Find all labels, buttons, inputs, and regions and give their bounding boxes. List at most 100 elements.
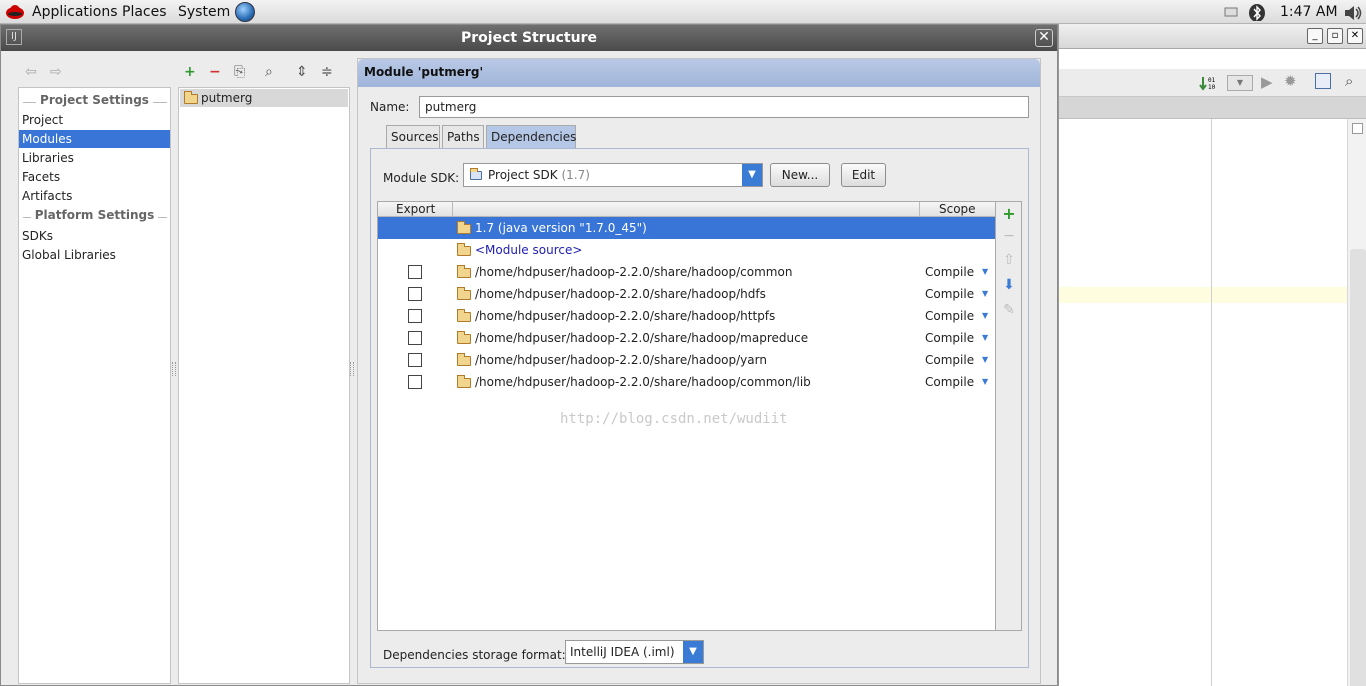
table-row[interactable]: /home/hdpuser/hadoop-2.2.0/share/hadoop/… [378, 261, 995, 283]
move-down-icon[interactable]: ⬇ [1001, 277, 1017, 293]
storage-format-select[interactable]: IntelliJ IDEA (.iml) ▼ [565, 640, 704, 664]
export-checkbox[interactable] [408, 353, 422, 367]
chevron-down-icon[interactable]: ▼ [982, 305, 988, 327]
applications-menu[interactable]: Applications [32, 4, 118, 20]
sidebar-item-sdks[interactable]: SDKs [19, 227, 170, 245]
export-column-header[interactable]: Export [396, 202, 435, 216]
maximize-icon[interactable]: ▫ [1327, 28, 1343, 44]
window-close-icon[interactable]: ✕ [1347, 28, 1363, 44]
forward-arrow-icon[interactable]: ⇨ [50, 64, 62, 80]
new-sdk-button[interactable]: New... [770, 163, 830, 187]
project-structure-icon[interactable] [1315, 73, 1331, 89]
sidebar-item-project[interactable]: Project [19, 111, 170, 129]
tab-paths[interactable]: Paths [442, 125, 484, 149]
module-list: putmerg [178, 87, 350, 684]
chevron-down-icon[interactable]: ▼ [683, 641, 703, 663]
module-name-field[interactable]: putmerg [419, 96, 1029, 118]
add-dependency-icon[interactable]: + [1001, 204, 1017, 223]
background-highlight-line [1059, 287, 1347, 303]
dependency-path: /home/hdpuser/hadoop-2.2.0/share/hadoop/… [475, 353, 767, 367]
scope-select[interactable]: Compile [925, 327, 974, 349]
chevron-down-icon[interactable]: ▼ [982, 371, 988, 393]
tab-sources[interactable]: Sources [386, 125, 440, 149]
chevron-down-icon[interactable]: ▼ [982, 327, 988, 349]
table-row[interactable]: 1.7 (java version "1.7.0_45") [378, 217, 995, 239]
top-panel: Applications Places System 1:47 AM [0, 0, 1366, 24]
remove-icon[interactable]: − [209, 64, 221, 80]
export-checkbox[interactable] [408, 331, 422, 345]
table-row[interactable]: /home/hdpuser/hadoop-2.2.0/share/hadoop/… [378, 283, 995, 305]
search-icon[interactable]: ⌕ [1345, 72, 1353, 90]
dependency-toolbar: + − ⇧ ⬇ ✎ [996, 201, 1022, 631]
sort-icon[interactable]: 0110 [1199, 74, 1217, 92]
table-row[interactable]: /home/hdpuser/hadoop-2.2.0/share/hadoop/… [378, 371, 995, 393]
bluetooth-icon[interactable] [1247, 3, 1267, 21]
list-item[interactable]: putmerg [180, 89, 348, 107]
sidebar-item-libraries[interactable]: Libraries [19, 149, 170, 167]
folder-icon [457, 287, 471, 300]
search-icon[interactable]: ⌕ [265, 64, 273, 80]
export-checkbox[interactable] [408, 309, 422, 323]
dialog-close-button[interactable]: ✕ [1035, 29, 1053, 47]
inspection-indicator[interactable] [1352, 123, 1363, 134]
table-row[interactable]: /home/hdpuser/hadoop-2.2.0/share/hadoop/… [378, 349, 995, 371]
svg-text:01: 01 [1208, 77, 1216, 84]
storage-format-value: IntelliJ IDEA (.iml) [570, 645, 675, 659]
sidebar-item-facets[interactable]: Facets [19, 168, 170, 186]
move-up-icon[interactable]: ⇧ [1001, 252, 1017, 268]
scope-select[interactable]: Compile [925, 283, 974, 305]
dependency-path: /home/hdpuser/hadoop-2.2.0/share/hadoop/… [475, 287, 766, 301]
run-config-dropdown[interactable]: ▼ [1227, 75, 1253, 91]
sidebar-item-modules[interactable]: Modules [19, 130, 170, 148]
dependency-path: /home/hdpuser/hadoop-2.2.0/share/hadoop/… [475, 375, 811, 389]
background-title-bar: _ ▫ ✕ [1059, 24, 1366, 49]
export-checkbox[interactable] [408, 375, 422, 389]
dialog-title-bar[interactable]: IJ Project Structure ✕ [1, 25, 1057, 51]
remove-dependency-icon[interactable]: − [1001, 228, 1017, 244]
module-sdk-select[interactable]: Project SDK (1.7) ▼ [463, 163, 763, 187]
add-icon[interactable]: + [184, 64, 196, 80]
chevron-down-icon[interactable]: ▼ [982, 349, 988, 371]
chevron-down-icon[interactable]: ▼ [982, 283, 988, 305]
background-toolbar: 01 10 ▼ ▶ ✹ ⌕ [1059, 69, 1366, 97]
edit-sdk-button[interactable]: Edit [841, 163, 886, 187]
clock[interactable]: 1:47 AM [1280, 4, 1338, 20]
back-arrow-icon[interactable]: ⇦ [25, 64, 37, 80]
redhat-logo-icon[interactable] [5, 3, 25, 20]
system-menu[interactable]: System [178, 4, 230, 20]
minimize-icon[interactable]: _ [1307, 28, 1323, 44]
sidebar-item-global-libraries[interactable]: Global Libraries [19, 246, 170, 264]
export-checkbox[interactable] [408, 287, 422, 301]
tab-dependencies[interactable]: Dependencies [486, 125, 576, 149]
edit-pencil-icon[interactable]: ✎ [1001, 302, 1017, 318]
table-row[interactable]: /home/hdpuser/hadoop-2.2.0/share/hadoop/… [378, 327, 995, 349]
scope-column-header[interactable]: Scope [939, 202, 976, 216]
splitter-handle[interactable] [172, 362, 176, 376]
debug-icon[interactable]: ✹ [1284, 72, 1297, 90]
network-icon[interactable] [1222, 3, 1240, 21]
background-scrollbar[interactable] [1347, 119, 1366, 686]
folder-icon [457, 375, 471, 388]
scrollbar-thumb[interactable] [1350, 249, 1366, 686]
collapse-all-icon[interactable]: ≑ [321, 64, 333, 80]
export-checkbox[interactable] [408, 265, 422, 279]
splitter-handle[interactable] [350, 362, 354, 376]
chevron-down-icon[interactable]: ▼ [742, 164, 762, 186]
places-menu[interactable]: Places [122, 4, 167, 20]
sdk-version: (1.7) [561, 168, 590, 182]
copy-icon[interactable]: ⎘ [234, 64, 245, 80]
sidebar-item-artifacts[interactable]: Artifacts [19, 187, 170, 205]
table-row[interactable]: <Module source> [378, 239, 995, 261]
run-icon[interactable]: ▶ [1261, 73, 1273, 91]
table-row[interactable]: /home/hdpuser/hadoop-2.2.0/share/hadoop/… [378, 305, 995, 327]
expand-all-icon[interactable]: ⇕ [296, 64, 308, 80]
scope-select[interactable]: Compile [925, 305, 974, 327]
scope-select[interactable]: Compile [925, 261, 974, 283]
scope-select[interactable]: Compile [925, 349, 974, 371]
jdk-icon [457, 221, 471, 234]
volume-icon[interactable] [1342, 3, 1364, 21]
browser-globe-icon[interactable] [235, 2, 255, 22]
folder-icon [457, 265, 471, 278]
chevron-down-icon[interactable]: ▼ [982, 261, 988, 283]
scope-select[interactable]: Compile [925, 371, 974, 393]
